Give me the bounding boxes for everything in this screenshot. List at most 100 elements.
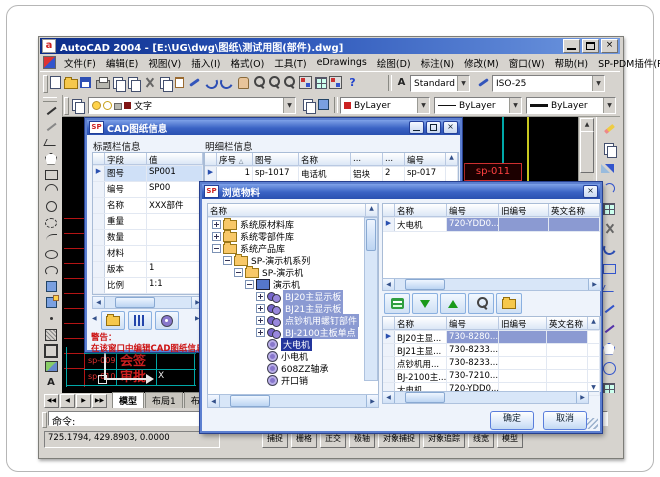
scroll-down-icon[interactable]: ▼ xyxy=(588,383,600,395)
close-button[interactable]: × xyxy=(601,39,618,53)
dwg-file-icon[interactable] xyxy=(43,56,56,69)
tree-item-sp-demo[interactable]: SP-演示机 xyxy=(208,266,378,278)
insert-block-button[interactable] xyxy=(43,279,59,294)
resize-grip[interactable] xyxy=(587,418,598,429)
snap-toggle[interactable]: 捕捉 xyxy=(262,431,288,448)
help-button[interactable]: ? xyxy=(345,75,360,90)
scroll-right-icon[interactable]: ▶ xyxy=(366,395,378,407)
ellipse-button[interactable] xyxy=(43,247,59,262)
collapse-icon[interactable] xyxy=(223,256,232,265)
table-row[interactable]: 点钞机用... 730-8233... xyxy=(383,357,600,370)
menu-modify[interactable]: 修改(M) xyxy=(459,55,504,71)
dialog-maximize-button[interactable] xyxy=(426,121,441,134)
scroll-up-icon[interactable]: ▲ xyxy=(446,153,458,166)
tree-item-screw-parts[interactable]: 点钞机用螺钉部件 xyxy=(208,314,378,326)
line-button[interactable] xyxy=(43,103,59,118)
pan-button[interactable] xyxy=(236,75,251,90)
model-toggle[interactable]: 模型 xyxy=(497,431,523,448)
tree-item-demo-machine[interactable]: 演示机 xyxy=(208,278,378,290)
table-row[interactable]: BJ21主显... 730-8233... xyxy=(383,344,600,357)
menu-dimension[interactable]: 标注(N) xyxy=(416,55,460,71)
tree-vscrollbar[interactable] xyxy=(364,217,378,381)
color-combo[interactable]: ByLayer ▼ xyxy=(340,97,430,114)
table-row[interactable]: 版本 1 xyxy=(93,262,203,278)
ok-button[interactable]: 确定 xyxy=(490,411,534,430)
scroll-up-icon[interactable]: ▲ xyxy=(366,204,378,217)
plot-button[interactable] xyxy=(95,75,110,90)
dialog-close-button[interactable]: × xyxy=(583,185,598,198)
point-button[interactable] xyxy=(43,311,59,326)
col-old-code[interactable]: 旧编号 xyxy=(499,317,547,330)
chamfer-button[interactable] xyxy=(601,341,617,356)
vscroll-track[interactable] xyxy=(446,167,458,181)
lineweight-toggle[interactable]: 线宽 xyxy=(468,431,494,448)
value-cell[interactable] xyxy=(147,214,203,229)
collapse-icon[interactable] xyxy=(212,244,221,253)
tree-header-name[interactable]: 名称 xyxy=(208,204,366,217)
text-style-combo[interactable]: Standard ▼ xyxy=(410,75,470,92)
col-old-code[interactable]: 旧编号 xyxy=(499,204,549,217)
value-cell[interactable]: XXX部件 xyxy=(147,198,203,213)
dim-style-button[interactable] xyxy=(476,75,491,90)
col-code[interactable]: 编号 xyxy=(405,153,446,166)
tab-model[interactable]: 模型 xyxy=(112,392,144,408)
new-button[interactable] xyxy=(48,75,63,90)
vscroll-track[interactable] xyxy=(588,357,600,369)
table-row[interactable]: 重量 xyxy=(93,214,203,230)
tree-item-parts-lib[interactable]: 系统零部件库 xyxy=(208,230,378,242)
scroll-thumb[interactable] xyxy=(580,131,594,173)
table-row[interactable]: 名称 XXX部件 xyxy=(93,198,203,214)
download-button[interactable] xyxy=(412,293,438,314)
linetype-combo[interactable]: ByLayer ▼ xyxy=(434,97,522,114)
transfer-button[interactable] xyxy=(384,293,410,314)
menu-file[interactable]: 文件(F) xyxy=(59,55,101,71)
search-button[interactable] xyxy=(468,293,494,314)
menu-edrawings[interactable]: eDrawings xyxy=(312,56,372,69)
dim-style-combo[interactable]: ISO-25 ▼ xyxy=(492,75,605,92)
selected-parts-hscrollbar[interactable]: ◀ ▶ xyxy=(382,391,589,404)
expand-icon[interactable] xyxy=(256,304,265,313)
fillet-button[interactable] xyxy=(601,361,617,376)
make-block-button[interactable] xyxy=(43,295,59,310)
offset-button[interactable] xyxy=(601,181,617,196)
table-row[interactable]: BJ-2100主... 730-7210... xyxy=(383,370,600,383)
grid-toggle[interactable]: 栅格 xyxy=(291,431,317,448)
array-button[interactable] xyxy=(601,201,617,216)
redo-button[interactable] xyxy=(219,75,234,90)
image-button[interactable] xyxy=(43,359,59,374)
expand-icon[interactable] xyxy=(212,232,221,241)
zoom-realtime-button[interactable] xyxy=(251,75,266,90)
titleblock-hscrollbar[interactable]: ◀ ▶ xyxy=(92,296,204,309)
table-row[interactable]: 材料 xyxy=(93,246,203,262)
move-button[interactable] xyxy=(601,221,617,236)
cut-button[interactable] xyxy=(142,75,157,90)
table-row[interactable]: ▶ BJ20主显... 730-8280... xyxy=(383,331,600,344)
chevron-down-icon[interactable]: ▼ xyxy=(603,98,615,113)
copy-clip-button[interactable] xyxy=(157,75,172,90)
table-row[interactable]: ▶ 1 sp-1017 电话机 铝块 2 sp-017 xyxy=(205,167,458,182)
spline-button[interactable] xyxy=(43,231,59,246)
value-cell[interactable]: SP001 xyxy=(147,166,203,181)
scale-button[interactable] xyxy=(601,261,617,276)
scroll-left-icon[interactable]: ◀ xyxy=(93,297,105,308)
tree-item-big-motor[interactable]: 大电机 xyxy=(208,338,378,350)
rotate-button[interactable] xyxy=(601,241,617,256)
col-field[interactable]: 字段 xyxy=(105,153,147,165)
tab-next-button[interactable]: ▶ xyxy=(76,394,91,408)
col-value[interactable]: 值 xyxy=(147,153,203,165)
menu-edit[interactable]: 编辑(E) xyxy=(101,55,143,71)
col-en-name[interactable]: 英文名称 xyxy=(547,317,588,330)
table-row[interactable]: 编号 SP00 xyxy=(93,182,203,198)
tab-first-button[interactable]: ◀◀ xyxy=(44,394,59,408)
menu-tools[interactable]: 工具(T) xyxy=(269,55,311,71)
dialog-close-button[interactable]: × xyxy=(443,121,458,134)
col-material[interactable]: ... xyxy=(351,153,383,166)
construction-line-button[interactable] xyxy=(43,119,59,134)
mirror-button[interactable] xyxy=(601,161,617,176)
lineweight-combo[interactable]: ByLayer ▼ xyxy=(526,97,616,114)
polygon-button[interactable] xyxy=(43,151,59,166)
plot-preview-button[interactable] xyxy=(110,75,125,90)
copy-button[interactable] xyxy=(601,141,617,156)
layer-states-button[interactable] xyxy=(316,97,331,112)
zoom-previous-button[interactable] xyxy=(281,75,296,90)
